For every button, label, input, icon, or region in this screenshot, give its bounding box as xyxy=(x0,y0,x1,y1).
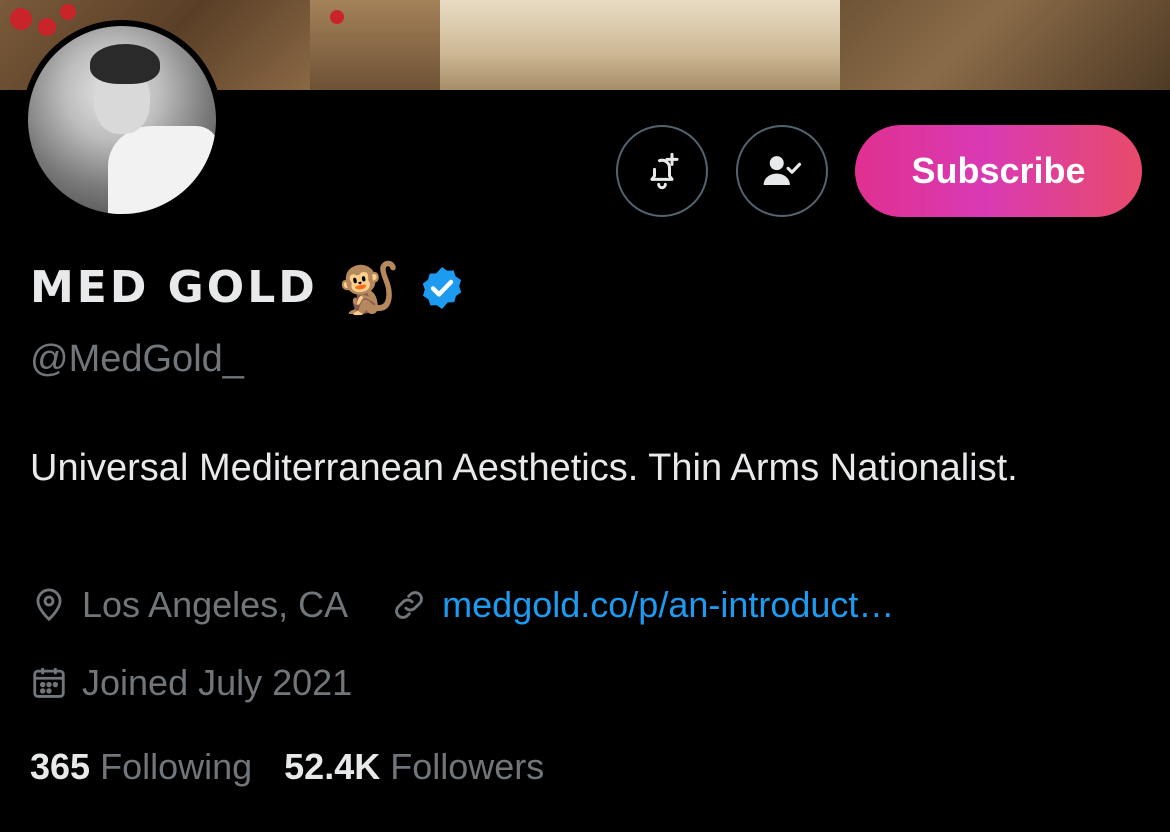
banner-flower xyxy=(10,8,32,30)
subscribe-button[interactable]: Subscribe xyxy=(855,125,1142,217)
profile-location: Los Angeles, CA xyxy=(82,584,349,625)
followers-count: 52.4K xyxy=(284,746,381,787)
banner-right-wall xyxy=(840,0,1170,90)
avatar-hair xyxy=(90,44,160,84)
banner-flower xyxy=(330,10,344,24)
notify-button[interactable] xyxy=(616,125,708,217)
link-icon xyxy=(395,591,423,619)
monkey-emoji: 🐒 xyxy=(337,259,401,316)
profile-bio: Universal Mediterranean Aesthetics. Thin… xyxy=(30,447,1018,489)
location-pin-icon xyxy=(36,588,62,622)
profile-meta-row: Los Angeles, CA medgold.co/p/an-introduc… xyxy=(30,584,894,626)
calendar-icon xyxy=(33,667,65,698)
banner-street xyxy=(440,0,860,90)
following-label: Following xyxy=(100,746,253,787)
avatar-photo xyxy=(28,26,216,214)
profile-handle: @MedGold_ xyxy=(30,338,244,380)
profile-joined-row: Joined July 2021 xyxy=(30,662,352,704)
banner-flower xyxy=(38,18,56,36)
name-row: MED GOLD 🐒 xyxy=(30,262,466,313)
profile-joined-date: Joined July 2021 xyxy=(82,662,353,703)
avatar-shirt xyxy=(108,126,216,214)
profile-avatar[interactable] xyxy=(22,20,222,220)
following-stat[interactable]: 365 Following xyxy=(30,746,252,788)
banner-flower xyxy=(60,4,76,20)
following-count: 365 xyxy=(30,746,91,787)
verified-badge-icon[interactable] xyxy=(418,264,466,312)
profile-website-link[interactable]: medgold.co/p/an-introduct… xyxy=(442,584,894,626)
followers-label: Followers xyxy=(390,746,545,787)
profile-stats: 365 Following 52.4K Followers xyxy=(30,746,544,788)
display-name: MED GOLD xyxy=(30,262,318,313)
following-button[interactable] xyxy=(736,125,828,217)
followers-stat[interactable]: 52.4K Followers xyxy=(284,746,544,788)
bell-plus-icon xyxy=(650,152,679,190)
person-check-icon xyxy=(763,156,802,185)
